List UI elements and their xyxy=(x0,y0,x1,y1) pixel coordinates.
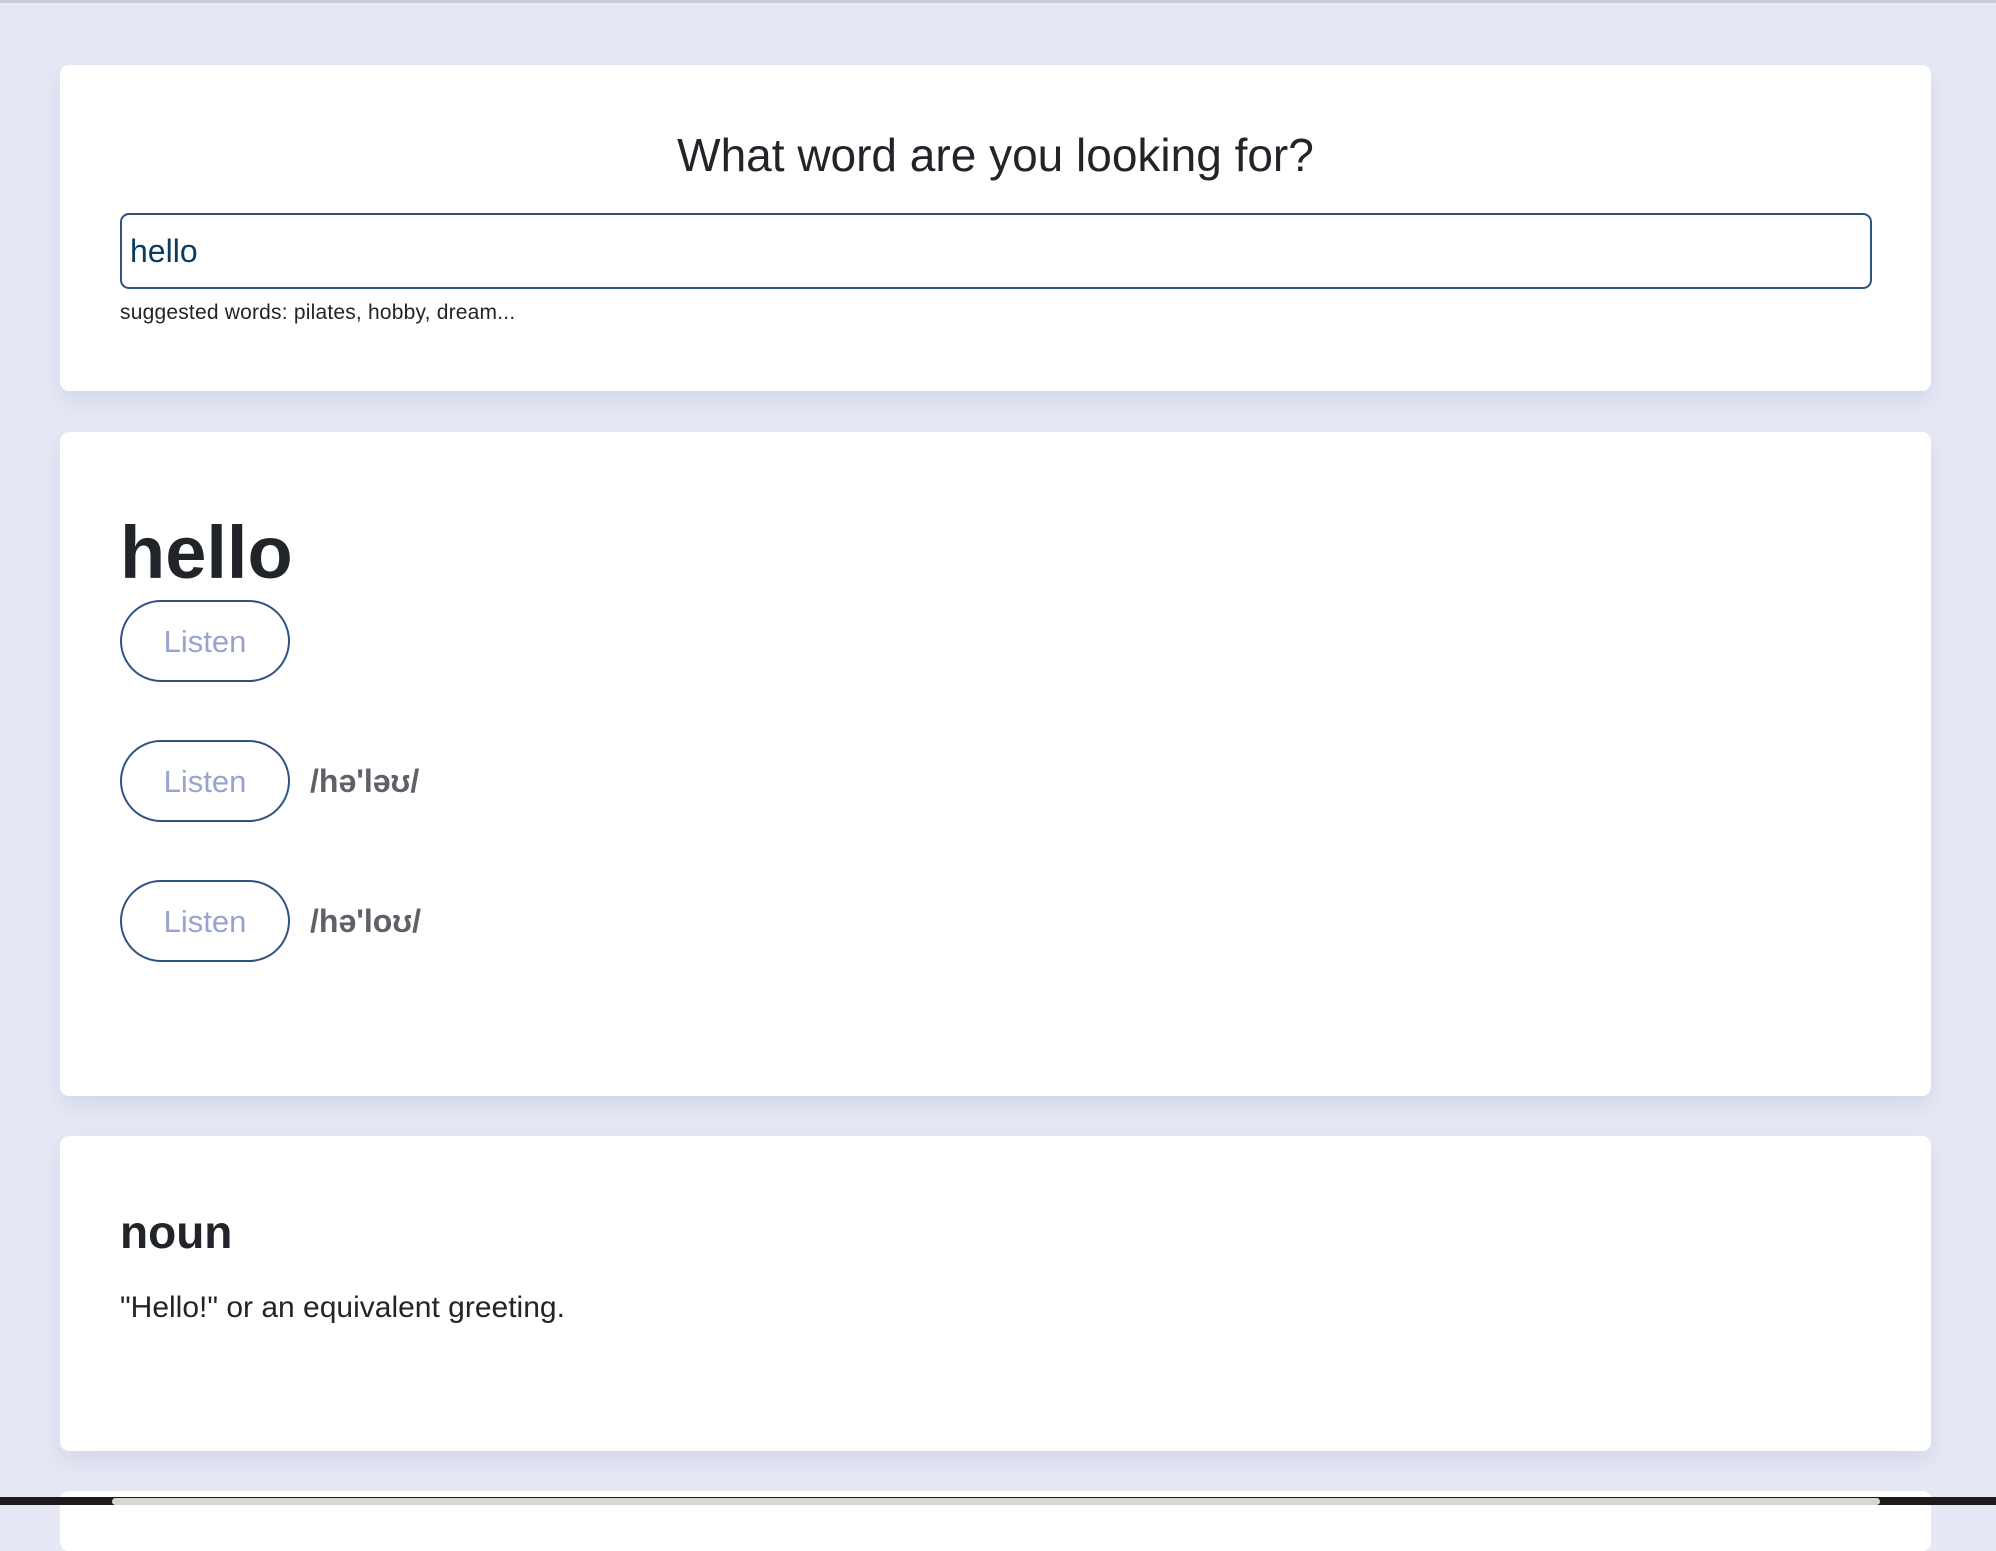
suggested-words: suggested words: pilates, hobby, dream..… xyxy=(120,301,516,324)
search-input[interactable] xyxy=(120,213,1872,289)
listen-button-pronunciation-2[interactable]: Listen xyxy=(120,880,290,962)
search-card: What word are you looking for? suggested… xyxy=(60,65,1931,391)
phonetic-2: /hə'loʊ/ xyxy=(310,903,422,939)
word-card: hello Listen Listen /hə'ləʊ/ Listen /hə'… xyxy=(60,432,1931,1096)
part-of-speech: noun xyxy=(120,1206,233,1258)
search-title: What word are you looking for? xyxy=(677,129,1314,181)
definition: "Hello!" or an equivalent greeting. xyxy=(120,1291,565,1324)
headword: hello xyxy=(120,511,293,594)
phonetic-1: /hə'ləʊ/ xyxy=(310,763,420,799)
listen-button[interactable]: Listen xyxy=(120,600,290,682)
meaning-card: noun "Hello!" or an equivalent greeting. xyxy=(60,1136,1931,1451)
listen-button-pronunciation-1[interactable]: Listen xyxy=(120,740,290,822)
